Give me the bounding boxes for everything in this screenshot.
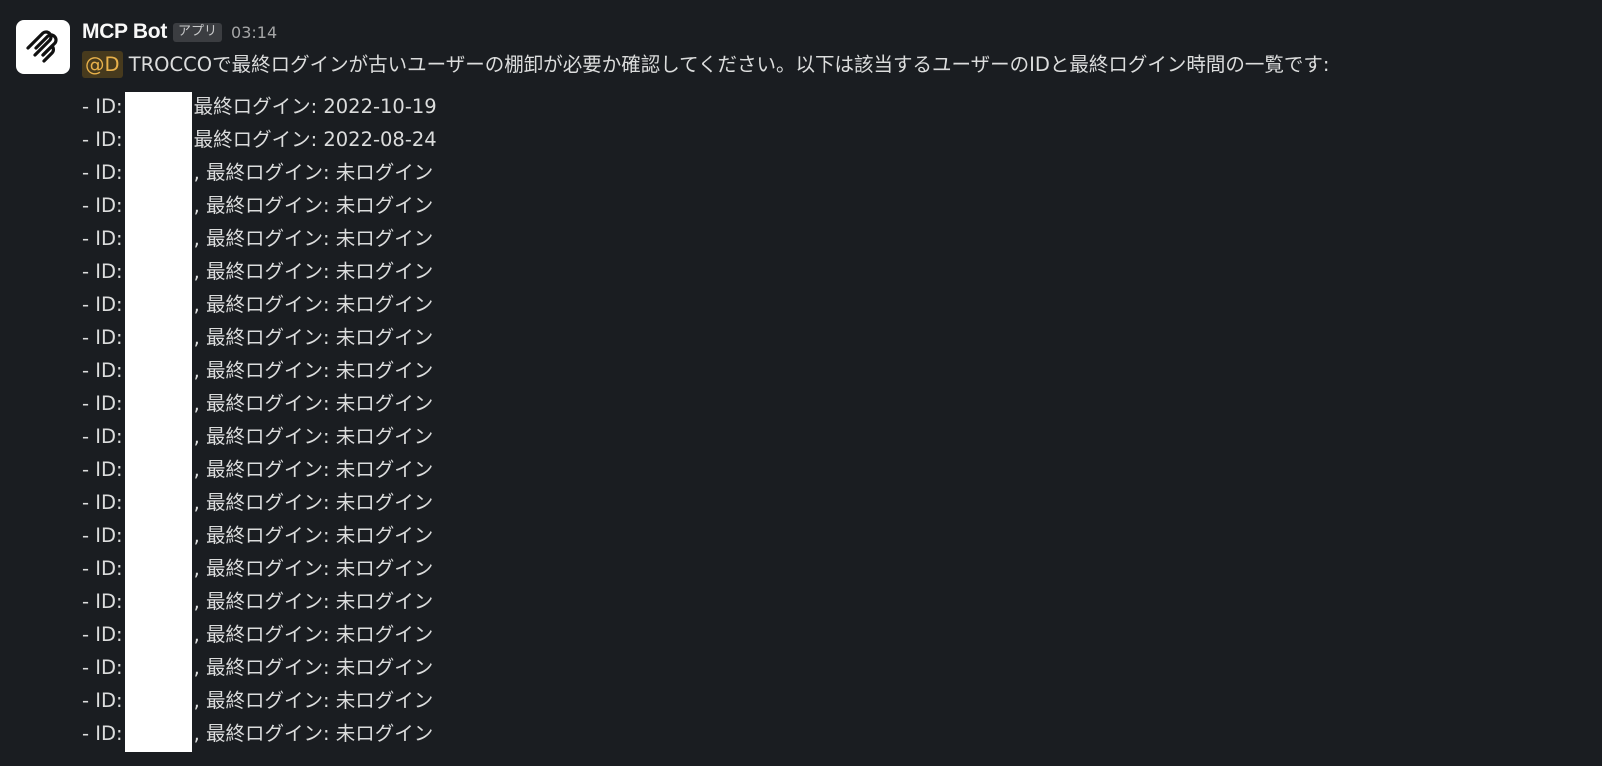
list-item: - ID: , 最終ログイン: 未ログイン xyxy=(82,653,1582,686)
id-label: - ID: xyxy=(82,95,123,118)
id-label: - ID: xyxy=(82,293,123,316)
last-login-text: 最終ログイン: 2022-10-19 xyxy=(193,95,437,118)
redacted-id xyxy=(124,521,192,554)
last-login-text: , 最終ログイン: 未ログイン xyxy=(193,458,434,481)
last-login-text: , 最終ログイン: 未ログイン xyxy=(193,227,434,250)
list-item: - ID: , 最終ログイン: 未ログイン xyxy=(82,587,1582,620)
mcp-logo-icon xyxy=(26,30,58,63)
last-login-text: , 最終ログイン: 未ログイン xyxy=(193,359,434,382)
message-content: MCP Bot アプリ 03:14 @D TROCCOで最終ログインが古いユーザ… xyxy=(82,18,1582,752)
id-label: - ID: xyxy=(82,524,123,547)
list-item: - ID: , 最終ログイン: 未ログイン xyxy=(82,554,1582,587)
message-timestamp[interactable]: 03:14 xyxy=(231,23,277,42)
id-label: - ID: xyxy=(82,227,123,250)
last-login-text: , 最終ログイン: 未ログイン xyxy=(193,194,434,217)
redacted-id xyxy=(124,257,192,290)
redacted-id xyxy=(124,620,192,653)
id-label: - ID: xyxy=(82,623,123,646)
last-login-text: , 最終ログイン: 未ログイン xyxy=(193,689,434,712)
id-label: - ID: xyxy=(82,392,123,415)
last-login-text: , 最終ログイン: 未ログイン xyxy=(193,722,434,745)
message-body: TROCCOで最終ログインが古いユーザーの棚卸が必要か確認してください。以下は該… xyxy=(128,53,1330,76)
redacted-id xyxy=(124,686,192,719)
list-item: - ID: , 最終ログイン: 未ログイン xyxy=(82,620,1582,653)
last-login-text: , 最終ログイン: 未ログイン xyxy=(193,590,434,613)
list-item: - ID: , 最終ログイン: 未ログイン xyxy=(82,686,1582,719)
user-mention[interactable]: @D xyxy=(82,51,123,78)
last-login-text: , 最終ログイン: 未ログイン xyxy=(193,623,434,646)
redacted-id xyxy=(124,158,192,191)
last-login-text: , 最終ログイン: 未ログイン xyxy=(193,293,434,316)
list-item: - ID: , 最終ログイン: 未ログイン xyxy=(82,158,1582,191)
list-item: - ID: , 最終ログイン: 未ログイン xyxy=(82,389,1582,422)
message-text: @D TROCCOで最終ログインが古いユーザーの棚卸が必要か確認してください。以… xyxy=(82,50,1582,80)
last-login-text: , 最終ログイン: 未ログイン xyxy=(193,557,434,580)
list-item: - ID: , 最終ログイン: 未ログイン xyxy=(82,290,1582,323)
message-header: MCP Bot アプリ 03:14 xyxy=(82,18,1582,46)
id-label: - ID: xyxy=(82,128,123,151)
last-login-text: , 最終ログイン: 未ログイン xyxy=(193,524,434,547)
list-item: - ID: 最終ログイン: 2022-10-19 xyxy=(82,92,1582,125)
redacted-id xyxy=(124,356,192,389)
author-name[interactable]: MCP Bot xyxy=(82,20,167,44)
redacted-id xyxy=(124,191,192,224)
redacted-id xyxy=(124,422,192,455)
id-label: - ID: xyxy=(82,425,123,448)
last-login-text: , 最終ログイン: 未ログイン xyxy=(193,326,434,349)
id-label: - ID: xyxy=(82,458,123,481)
redacted-id xyxy=(124,653,192,686)
app-badge: アプリ xyxy=(173,22,223,42)
id-label: - ID: xyxy=(82,689,123,712)
list-item: - ID: , 最終ログイン: 未ログイン xyxy=(82,521,1582,554)
id-label: - ID: xyxy=(82,722,123,745)
list-item: - ID: , 最終ログイン: 未ログイン xyxy=(82,422,1582,455)
list-item: - ID: 最終ログイン: 2022-08-24 xyxy=(82,125,1582,158)
redacted-id xyxy=(124,224,192,257)
list-item: - ID: , 最終ログイン: 未ログイン xyxy=(82,488,1582,521)
id-label: - ID: xyxy=(82,359,123,382)
id-label: - ID: xyxy=(82,557,123,580)
redacted-id xyxy=(124,389,192,422)
id-label: - ID: xyxy=(82,194,123,217)
list-item: - ID: , 最終ログイン: 未ログイン xyxy=(82,356,1582,389)
last-login-text: , 最終ログイン: 未ログイン xyxy=(193,392,434,415)
id-label: - ID: xyxy=(82,161,123,184)
last-login-text: , 最終ログイン: 未ログイン xyxy=(193,491,434,514)
last-login-text: , 最終ログイン: 未ログイン xyxy=(193,425,434,448)
bot-avatar[interactable] xyxy=(16,20,70,74)
redacted-id xyxy=(124,587,192,620)
list-item: - ID: , 最終ログイン: 未ログイン xyxy=(82,323,1582,356)
id-label: - ID: xyxy=(82,491,123,514)
list-item: - ID: , 最終ログイン: 未ログイン xyxy=(82,257,1582,290)
redacted-id xyxy=(124,554,192,587)
redacted-id xyxy=(124,323,192,356)
id-label: - ID: xyxy=(82,656,123,679)
list-item: - ID: , 最終ログイン: 未ログイン xyxy=(82,191,1582,224)
redacted-id xyxy=(124,488,192,521)
last-login-text: , 最終ログイン: 未ログイン xyxy=(193,656,434,679)
id-label: - ID: xyxy=(82,590,123,613)
list-item: - ID: , 最終ログイン: 未ログイン xyxy=(82,455,1582,488)
redacted-id xyxy=(124,290,192,323)
last-login-text: , 最終ログイン: 未ログイン xyxy=(193,260,434,283)
last-login-text: , 最終ログイン: 未ログイン xyxy=(193,161,434,184)
id-label: - ID: xyxy=(82,326,123,349)
user-list: - ID: 最終ログイン: 2022-10-19 - ID: 最終ログイン: 2022… xyxy=(82,92,1582,752)
redacted-id xyxy=(124,92,192,125)
redacted-id xyxy=(124,455,192,488)
list-item: - ID: , 最終ログイン: 未ログイン xyxy=(82,224,1582,257)
last-login-text: 最終ログイン: 2022-08-24 xyxy=(193,128,437,151)
redacted-id xyxy=(124,719,192,752)
id-label: - ID: xyxy=(82,260,123,283)
list-item: - ID: , 最終ログイン: 未ログイン xyxy=(82,719,1582,752)
redacted-id xyxy=(124,125,192,158)
